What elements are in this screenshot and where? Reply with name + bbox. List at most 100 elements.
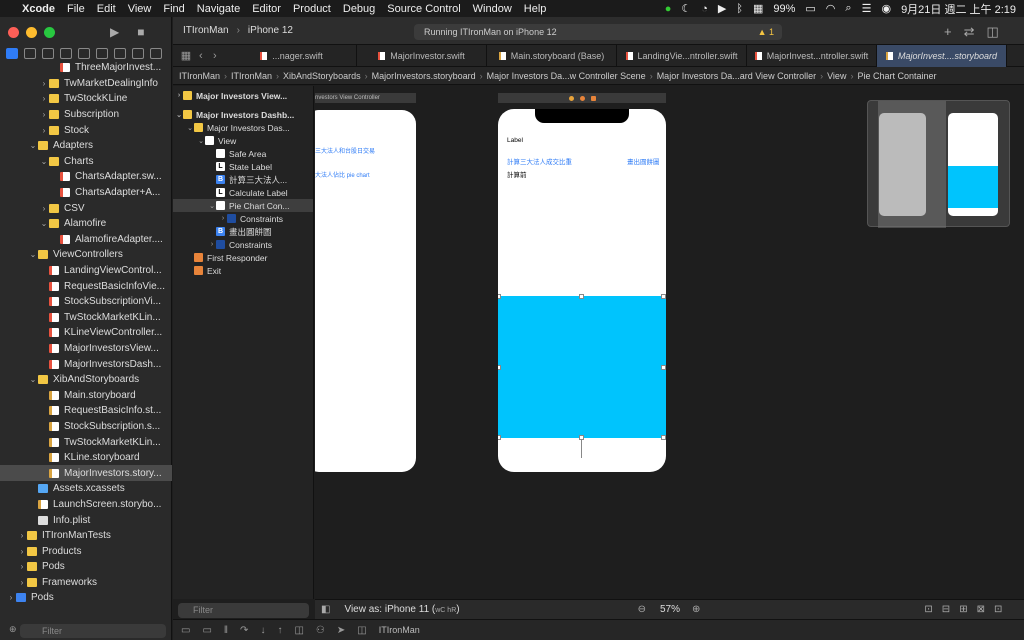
file-tree-item[interactable]: › Pods bbox=[0, 590, 172, 606]
memory-graph-icon[interactable]: ⚇ bbox=[316, 625, 325, 636]
swap-icon[interactable]: ⇄ bbox=[964, 24, 975, 40]
outline-item[interactable]: › Major Investors View... bbox=[173, 89, 313, 102]
chevron-icon[interactable]: › bbox=[39, 126, 49, 135]
file-tree-item[interactable]: KLine.storyboard bbox=[0, 450, 172, 466]
file-tree-item[interactable]: ⌄ Alamofire bbox=[0, 216, 172, 232]
report-icon[interactable] bbox=[150, 48, 162, 59]
jump-bar-item[interactable]: ITIronMan bbox=[231, 71, 272, 81]
stop-icon[interactable]: ■ bbox=[137, 25, 144, 39]
jump-bar-item[interactable]: XibAndStoryboards bbox=[283, 71, 361, 81]
editor-tab[interactable]: MajorInvest....storyboard bbox=[877, 44, 1007, 67]
menu-item[interactable]: Help bbox=[524, 3, 547, 15]
file-tree-item[interactable]: › TwStockKLine bbox=[0, 91, 172, 107]
file-tree-item[interactable]: StockSubscriptionVi... bbox=[0, 294, 172, 310]
outline-item[interactable]: ⌄ View bbox=[173, 134, 313, 147]
scene-title-bar[interactable]: nvestors View Controller bbox=[315, 93, 416, 103]
file-tree-item[interactable]: ⌄ XibAndStoryboards bbox=[0, 372, 172, 388]
chevron-icon[interactable]: ⌄ bbox=[208, 202, 216, 210]
folder-icon[interactable] bbox=[6, 48, 18, 59]
file-tree-item[interactable]: LaunchScreen.storybo... bbox=[0, 497, 172, 513]
outline-item[interactable]: ⌄ Major Investors Dashb... bbox=[173, 108, 313, 121]
inspector-toggle-icon[interactable]: ◫ bbox=[987, 24, 999, 40]
chevron-icon[interactable]: ⌄ bbox=[28, 375, 38, 384]
file-tree-item[interactable]: TwStockMarketKLin... bbox=[0, 434, 172, 450]
test-icon[interactable] bbox=[96, 48, 108, 59]
resize-handle[interactable] bbox=[661, 294, 666, 299]
resize-handle[interactable] bbox=[498, 365, 501, 370]
resolve-issues-icon[interactable]: ⊠ bbox=[977, 604, 985, 615]
file-tree-item[interactable]: › Products bbox=[0, 543, 172, 559]
calc-button[interactable]: 計算三大法人成交比重 bbox=[507, 156, 572, 166]
minimap-viewport[interactable] bbox=[878, 101, 946, 228]
file-tree-item[interactable]: › Frameworks bbox=[0, 575, 172, 591]
chevron-icon[interactable]: › bbox=[208, 241, 216, 248]
chevron-icon[interactable]: › bbox=[17, 547, 27, 556]
chevron-icon[interactable]: › bbox=[175, 92, 183, 99]
step-in-icon[interactable]: ↓ bbox=[260, 625, 265, 636]
calculate-label[interactable]: 計算前 bbox=[507, 169, 527, 179]
outline-item[interactable]: L State Label bbox=[173, 160, 313, 173]
run-icon[interactable]: ▶ bbox=[110, 25, 119, 39]
file-tree-item[interactable]: StockSubscription.s... bbox=[0, 419, 172, 435]
debug-icon[interactable] bbox=[114, 48, 126, 59]
search-icon[interactable]: ⌕ bbox=[845, 2, 851, 15]
jump-bar-item[interactable]: Pie Chart Container bbox=[857, 71, 936, 81]
pie-chart-container[interactable] bbox=[498, 296, 666, 438]
minimap[interactable] bbox=[867, 100, 1010, 228]
menu-item[interactable]: Source Control bbox=[387, 3, 460, 15]
file-tree-item[interactable]: TwStockMarketKLin... bbox=[0, 310, 172, 326]
play-icon[interactable]: ▶ bbox=[718, 2, 726, 15]
chevron-icon[interactable]: › bbox=[17, 531, 27, 540]
chevron-icon[interactable]: › bbox=[219, 215, 227, 222]
update-frames-icon[interactable]: ⊡ bbox=[924, 604, 932, 615]
file-tree-item[interactable]: ⌄ ViewControllers bbox=[0, 247, 172, 263]
device-name[interactable]: iPhone 12 bbox=[248, 25, 293, 36]
file-tree-item[interactable]: MajorInvestors.story... bbox=[0, 465, 172, 482]
chevron-icon[interactable]: › bbox=[6, 593, 16, 602]
scheme-selector[interactable]: ITIronMan › iPhone 12 bbox=[183, 25, 293, 36]
file-tree-item[interactable]: KLineViewController... bbox=[0, 325, 172, 341]
scene-major-investors-view[interactable]: 三大法人和台股日交易 大法人佔比 pie chart bbox=[315, 110, 416, 472]
resize-handle[interactable] bbox=[498, 294, 501, 299]
menu-item[interactable]: Edit bbox=[97, 3, 116, 15]
warning-badge[interactable]: ▲ 1 bbox=[758, 24, 774, 40]
outline-item[interactable]: › Constraints bbox=[173, 212, 313, 225]
zoom-out-icon[interactable]: ⊖ bbox=[638, 604, 646, 615]
breakpoint-icon[interactable] bbox=[132, 48, 144, 59]
chevron-icon[interactable]: › bbox=[39, 94, 49, 103]
outline-item[interactable]: L Calculate Label bbox=[173, 186, 313, 199]
line-icon[interactable]: ● bbox=[665, 3, 672, 15]
chevron-icon[interactable]: ⌄ bbox=[39, 219, 49, 228]
menu-item[interactable]: Product bbox=[293, 3, 331, 15]
file-tree-item[interactable]: MajorInvestorsView... bbox=[0, 341, 172, 357]
first-responder-icon[interactable] bbox=[579, 95, 585, 101]
file-tree-item[interactable]: RequestBasicInfo.st... bbox=[0, 403, 172, 419]
resize-handle[interactable] bbox=[579, 294, 584, 299]
forward-icon[interactable]: › bbox=[213, 50, 227, 62]
environment-icon[interactable]: ◫ bbox=[357, 625, 366, 636]
outline-filter-input[interactable]: Filter bbox=[178, 603, 309, 618]
outline-item[interactable]: Safe Area bbox=[173, 147, 313, 160]
menu-item[interactable]: Window bbox=[473, 3, 512, 15]
minimize-button[interactable] bbox=[26, 27, 37, 38]
battery-icon[interactable]: ▭ bbox=[805, 2, 815, 15]
embed-icon[interactable]: ⊡ bbox=[994, 604, 1002, 615]
state-label[interactable]: Label bbox=[507, 137, 523, 144]
scene-dock[interactable] bbox=[498, 93, 666, 103]
resize-handle[interactable] bbox=[661, 365, 666, 370]
chevron-icon[interactable]: ⌄ bbox=[28, 141, 38, 150]
back-icon[interactable]: ‹ bbox=[199, 50, 213, 62]
chevron-icon[interactable]: › bbox=[39, 204, 49, 213]
debug-area-toggle-icon[interactable]: ▭ bbox=[181, 625, 190, 636]
control-center-icon[interactable]: ☰ bbox=[862, 2, 872, 15]
step-over-icon[interactable]: ↷ bbox=[240, 625, 248, 636]
file-tree-item[interactable]: Main.storyboard bbox=[0, 387, 172, 403]
symbol-icon[interactable] bbox=[42, 48, 54, 59]
app-menu[interactable]: Xcode bbox=[22, 3, 55, 15]
editor-tab[interactable]: LandingVie...ntroller.swift bbox=[617, 44, 747, 67]
file-tree-item[interactable]: › CSV bbox=[0, 200, 172, 216]
view-hierarchy-icon[interactable]: ◫ bbox=[294, 625, 303, 636]
file-tree-item[interactable]: › TwMarketDealingInfo bbox=[0, 76, 172, 92]
outline-item[interactable]: First Responder bbox=[173, 251, 313, 264]
resize-handle[interactable] bbox=[498, 435, 501, 440]
